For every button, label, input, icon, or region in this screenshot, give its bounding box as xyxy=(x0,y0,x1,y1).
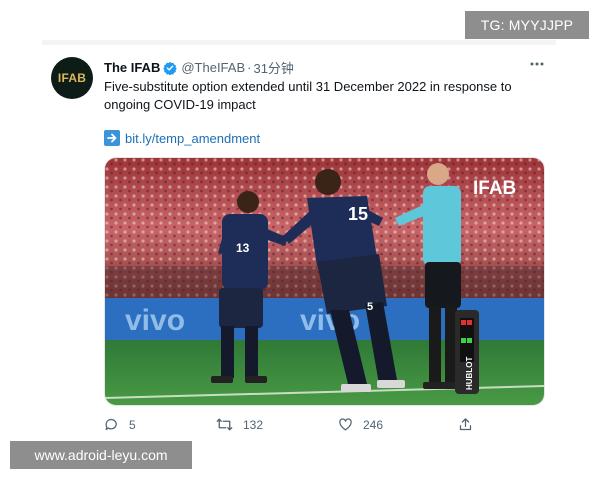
share-icon xyxy=(459,418,472,431)
more-options-icon[interactable] xyxy=(528,56,546,72)
link-text[interactable]: bit.ly/temp_amendment xyxy=(125,131,260,146)
tweet-actions: 5 132 246 xyxy=(104,417,504,437)
reply-icon xyxy=(105,418,117,431)
top-divider xyxy=(42,40,556,45)
tweet-header: The IFAB @TheIFAB · 31分钟 xyxy=(104,58,294,77)
player-right-number: 15 xyxy=(348,204,368,224)
player-left-number: 13 xyxy=(236,241,250,255)
verified-badge-icon xyxy=(163,61,178,75)
header-separator: · xyxy=(247,60,252,75)
tweet-link[interactable]: bit.ly/temp_amendment xyxy=(104,130,260,146)
right-arrow-icon xyxy=(104,130,120,146)
reply-count: 5 xyxy=(129,417,136,432)
author-handle[interactable]: @TheIFAB xyxy=(181,60,245,75)
retweet-icon xyxy=(216,418,233,431)
tweet-timestamp[interactable]: 31分钟 xyxy=(253,58,293,77)
board-brand-text: HUBLOT xyxy=(465,357,474,390)
reply-button[interactable]: 5 xyxy=(104,417,136,432)
tweet-photo[interactable]: vivo vivo IFAB 13 15 5 HUBLOT xyxy=(104,157,545,406)
player-right-lower-number: 5 xyxy=(367,301,373,313)
retweet-count: 132 xyxy=(243,417,264,432)
avatar[interactable]: IFAB xyxy=(51,57,93,99)
heart-icon xyxy=(339,418,352,431)
share-button[interactable] xyxy=(458,417,473,432)
tweet-text: Five-substitute option extended until 31… xyxy=(104,79,512,112)
retweet-button[interactable]: 132 xyxy=(216,417,263,432)
ad-text-left: vivo xyxy=(125,304,185,337)
tg-badge: TG: MYYJJPP xyxy=(465,11,589,39)
site-watermark: www.adroid-leyu.com xyxy=(10,441,192,469)
like-count: 246 xyxy=(363,417,384,432)
author-name[interactable]: The IFAB xyxy=(104,60,160,75)
ifab-photo-logo: IFAB xyxy=(473,178,516,199)
like-button[interactable]: 246 xyxy=(338,417,383,432)
substitution-board: HUBLOT xyxy=(455,310,479,394)
match-photo: vivo vivo IFAB 13 15 5 HUBLOT xyxy=(105,158,544,405)
avatar-logo-text: IFAB xyxy=(57,71,87,85)
